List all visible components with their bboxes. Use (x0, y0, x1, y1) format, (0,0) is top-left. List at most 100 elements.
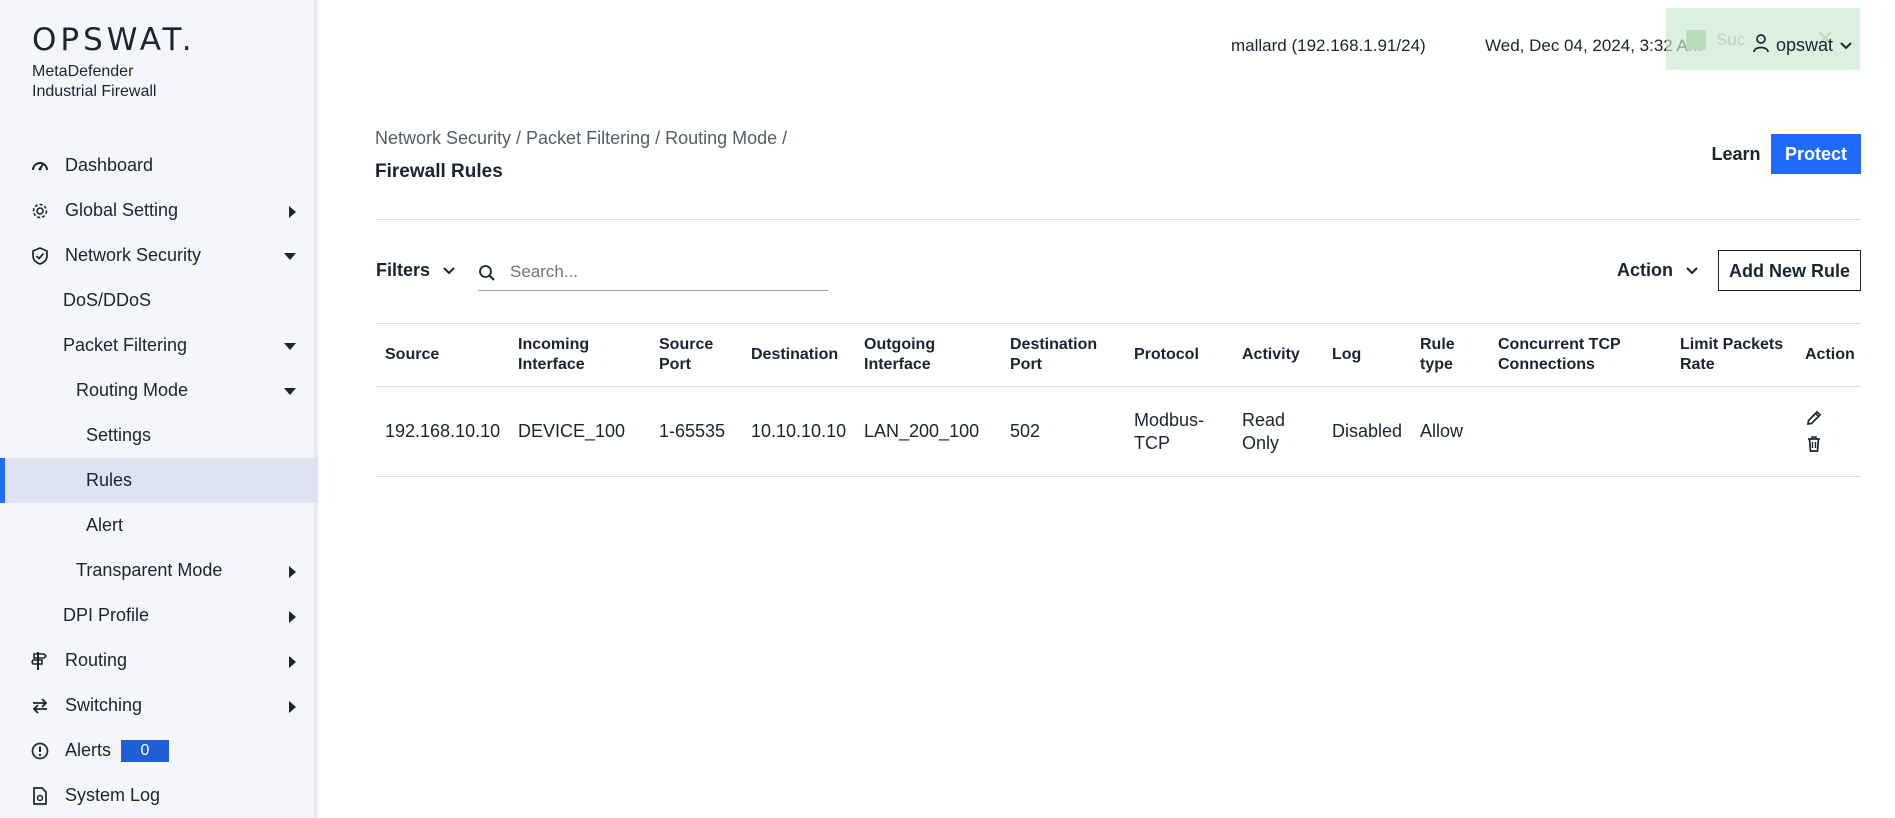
filters-dropdown[interactable]: Filters (376, 260, 456, 281)
shield-check-icon (30, 246, 50, 266)
alert-circle-icon (30, 741, 50, 761)
column-header[interactable]: Log (1322, 323, 1410, 387)
sidebar-item-packet-filtering[interactable]: Packet Filtering (0, 323, 318, 368)
chevron-down-icon (284, 343, 296, 350)
chevron-down-icon (1685, 260, 1699, 281)
sidebar-item-label: DPI Profile (63, 605, 150, 625)
learn-button[interactable]: Learn (1706, 134, 1766, 174)
sidebar-item-global-setting[interactable]: Global Setting (0, 188, 318, 233)
sidebar-item-routing-mode[interactable]: Routing Mode (0, 368, 318, 413)
cell-log: Disabled (1322, 386, 1410, 477)
toast-message: Suc (1716, 30, 1746, 49)
sidebar-item-switching[interactable]: Switching (0, 683, 318, 728)
sidebar-item-alerts[interactable]: Alerts 0 (0, 728, 318, 773)
chevron-right-icon (289, 206, 296, 218)
sidebar-item-label: Alert (86, 515, 124, 535)
column-header[interactable]: Rule type (1410, 323, 1488, 387)
host-info: mallard (192.168.1.91/24) (1231, 36, 1426, 55)
sidebar-nav: Dashboard Global Setting Network Securit… (0, 143, 318, 818)
sidebar-item-system-log[interactable]: System Log (0, 773, 318, 818)
protect-button[interactable]: Protect (1771, 134, 1861, 174)
cell-outgoing-interface: LAN_200_100 (854, 386, 1000, 477)
cell-action (1795, 386, 1861, 477)
sidebar-item-transparent-mode[interactable]: Transparent Mode (0, 548, 318, 593)
document-icon (30, 786, 50, 806)
check-icon (1686, 30, 1706, 50)
column-header[interactable]: Source Port (649, 323, 741, 387)
sidebar-item-dashboard[interactable]: Dashboard (0, 143, 318, 188)
trash-icon[interactable] (1805, 435, 1825, 455)
cell-source-port: 1-65535 (649, 386, 741, 477)
brand-logo: OPSWAT. MetaDefender Industrial Firewall (32, 24, 196, 102)
search-box (478, 254, 828, 291)
sidebar-item-label: Packet Filtering (63, 335, 188, 355)
column-header[interactable]: Concurrent TCP Connections (1488, 323, 1670, 387)
cell-protocol: Modbus-TCP (1124, 386, 1232, 477)
username: opswat (1776, 35, 1834, 55)
column-header[interactable]: Activity (1232, 323, 1322, 387)
chevron-right-icon (289, 566, 296, 578)
sidebar-item-routing[interactable]: Routing (0, 638, 318, 683)
column-header[interactable]: Outgoing Interface (854, 323, 1000, 387)
column-header[interactable]: Source (375, 323, 508, 387)
add-new-rule-button[interactable]: Add New Rule (1718, 250, 1861, 291)
cell-source: 192.168.10.10 (375, 386, 508, 477)
search-input[interactable] (510, 258, 820, 286)
column-header[interactable]: Destination (741, 323, 854, 387)
cell-concurrent-tcp (1488, 386, 1670, 477)
column-header[interactable]: Destination Port (1000, 323, 1124, 387)
chevron-down-icon (284, 388, 296, 395)
alerts-count-badge: 0 (121, 740, 169, 762)
search-icon (478, 264, 496, 287)
cell-limit-packets-rate (1670, 386, 1795, 477)
column-header: Action (1795, 323, 1861, 387)
sidebar-item-label: Settings (86, 425, 152, 445)
sidebar-item-label: Network Security (65, 245, 202, 265)
rules-table: Source Incoming Interface Source Port De… (375, 323, 1861, 477)
sidebar-item-label: Transparent Mode (76, 560, 223, 580)
cell-destination-port: 502 (1000, 386, 1124, 477)
sidebar-item-alert[interactable]: Alert (0, 503, 318, 548)
table-row: 192.168.10.10 DEVICE_100 1-65535 10.10.1… (375, 386, 1861, 477)
product-name-line1: MetaDefender (32, 63, 134, 80)
gear-icon (30, 201, 50, 221)
cell-destination: 10.10.10.10 (741, 386, 854, 477)
sidebar-item-label: Rules (86, 470, 133, 490)
pencil-icon[interactable] (1805, 409, 1825, 429)
sidebar-item-label: Dashboard (65, 155, 154, 175)
cell-incoming-interface: DEVICE_100 (508, 386, 649, 477)
sidebar-item-label: Routing (65, 650, 128, 670)
column-header[interactable]: Protocol (1124, 323, 1232, 387)
column-header[interactable]: Incoming Interface (508, 323, 649, 387)
chevron-right-icon (289, 701, 296, 713)
header-divider (375, 219, 1861, 220)
sidebar-item-label: DoS/DDoS (63, 290, 152, 310)
sidebar: OPSWAT. MetaDefender Industrial Firewall… (0, 0, 318, 818)
chevron-down-icon (442, 260, 456, 281)
table-header-row: Source Incoming Interface Source Port De… (375, 323, 1861, 387)
action-label: Action (1617, 260, 1673, 280)
swap-arrows-icon (30, 696, 50, 716)
page-title: Firewall Rules (375, 161, 503, 182)
sidebar-item-dos-ddos[interactable]: DoS/DDoS (0, 278, 318, 323)
user-menu[interactable]: opswat (1752, 33, 1853, 58)
cell-rule-type: Allow (1410, 386, 1488, 477)
sidebar-item-dpi-profile[interactable]: DPI Profile (0, 593, 318, 638)
sidebar-item-label: System Log (65, 785, 161, 805)
sidebar-item-label: Routing Mode (76, 380, 189, 400)
filters-label: Filters (376, 260, 431, 280)
sidebar-item-network-security[interactable]: Network Security (0, 233, 318, 278)
product-name-line2: Industrial Firewall (32, 83, 157, 100)
chevron-right-icon (289, 611, 296, 623)
column-header[interactable]: Limit Packets Rate (1670, 323, 1795, 387)
chevron-right-icon (289, 656, 296, 668)
chevron-down-icon (1839, 35, 1853, 56)
logo-wordmark: OPSWAT. (32, 22, 196, 58)
sidebar-item-settings[interactable]: Settings (0, 413, 318, 458)
sidebar-item-label: Switching (65, 695, 143, 715)
user-icon (1752, 33, 1770, 58)
action-dropdown[interactable]: Action (1617, 260, 1699, 281)
breadcrumb[interactable]: Network Security / Packet Filtering / Ro… (375, 128, 787, 149)
sidebar-item-rules[interactable]: Rules (0, 458, 318, 503)
sidebar-item-label: Global Setting (65, 200, 179, 220)
